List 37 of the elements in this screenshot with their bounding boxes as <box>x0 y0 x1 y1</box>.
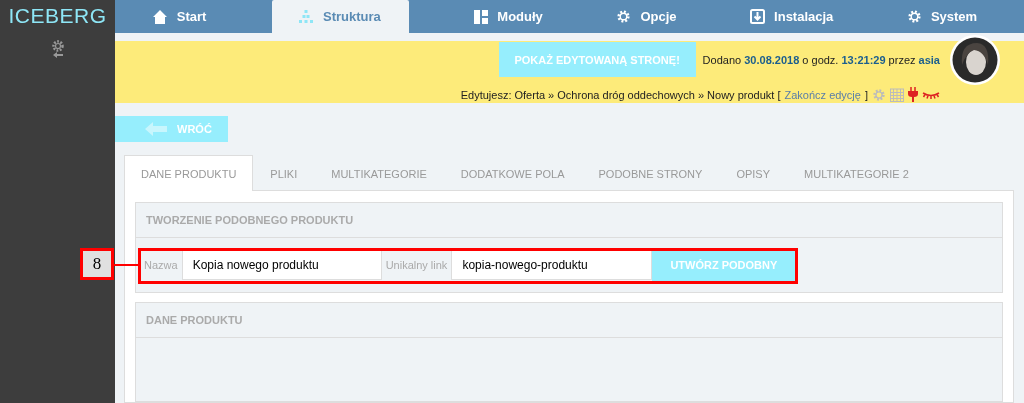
avatar <box>950 35 1000 86</box>
end-edit-link[interactable]: Zakończ edycję <box>784 88 861 101</box>
tab[interactable]: PLIKI <box>253 155 315 191</box>
section-title: TWORZENIE PODOBNEGO PRODUKTU <box>136 203 1002 238</box>
nav-tab[interactable]: Start <box>143 0 215 33</box>
tab[interactable]: MULTIKATEGORIE 2 <box>787 155 926 191</box>
nav-tab[interactable]: Struktura <box>271 0 409 33</box>
eyelash-icon[interactable] <box>922 90 940 99</box>
logo: ICEBERG <box>8 4 107 28</box>
step-marker: 8 <box>80 248 114 280</box>
download-box-icon <box>750 9 766 24</box>
link-field[interactable]: kopia-nowego-produktu <box>451 250 653 280</box>
field-label: Unikalny link <box>384 259 449 271</box>
arrow-left-icon <box>145 122 167 137</box>
name-field[interactable]: Kopia nowego produktu <box>181 250 382 280</box>
tab[interactable]: MULTIKATEGORIE <box>314 155 444 191</box>
plug-icon[interactable] <box>908 87 918 103</box>
layout-icon <box>474 9 489 24</box>
leader-line <box>114 264 138 266</box>
bracket: ] <box>864 88 868 101</box>
pyramid-icon <box>297 10 314 23</box>
field-label: Nazwa <box>143 259 179 271</box>
added-info: Dodano 30.08.2018 o godz. 13:21:29 przez asia <box>702 53 940 66</box>
gear-icon <box>616 9 632 24</box>
nav-tab[interactable]: Opcje <box>608 0 685 33</box>
nav-tab[interactable]: Instalacja <box>742 0 842 33</box>
section-title: DANE PRODUKTU <box>136 303 1002 338</box>
tab[interactable]: PODOBNE STRONY <box>581 155 720 191</box>
tab[interactable]: OPISY <box>719 155 788 191</box>
home-icon <box>151 9 168 24</box>
gear-icon <box>906 9 922 24</box>
gear-arrow-icon <box>49 40 66 60</box>
nav-tab[interactable]: Moduły <box>466 0 551 33</box>
breadcrumb: Edytujesz: Oferta » Ochrona dróg oddechowych » Nowy produkt [ <box>460 88 781 101</box>
tab[interactable]: DANE PRODUKTU <box>124 155 254 191</box>
tab[interactable]: DODATKOWE POLA <box>443 155 582 191</box>
nav-tab[interactable]: System <box>898 0 986 33</box>
